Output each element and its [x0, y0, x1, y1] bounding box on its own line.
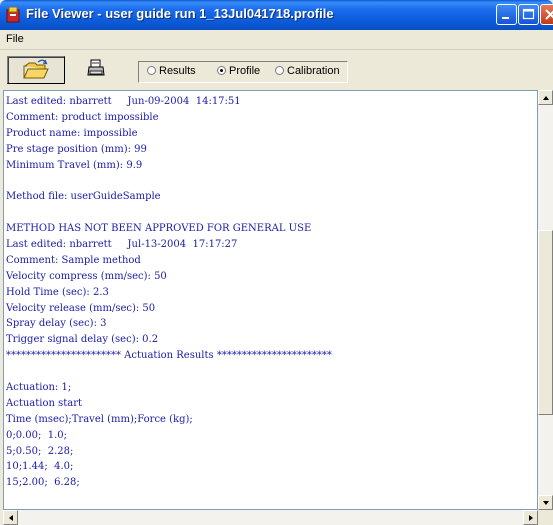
scroll-down-button[interactable] [538, 495, 553, 510]
scroll-up-button[interactable] [538, 90, 553, 105]
scroll-right-button[interactable] [523, 510, 538, 525]
text-line: Pre stage position (mm): 99 [6, 143, 147, 155]
menu-file[interactable]: File [6, 33, 24, 45]
window-title: File Viewer - user guide run 1_13Jul0417… [26, 6, 334, 21]
toolbar: Results Profile Calibration [0, 50, 553, 90]
scroll-left-button[interactable] [3, 510, 18, 525]
text-line: METHOD HAS NOT BEEN APPROVED FOR GENERAL… [6, 223, 312, 235]
text-line: Product name: impossible [6, 127, 138, 139]
text-line: *********************** Actuation Result… [6, 350, 332, 362]
text-line: 15;2.00; 6.28; [6, 477, 80, 489]
text-line: Spray delay (sec): 3 [6, 318, 107, 330]
text-line: Last edited: nbarrett Jun-09-2004 14:17:… [6, 96, 241, 107]
text-line: Comment: product impossible [6, 111, 159, 123]
maximize-icon [522, 8, 535, 20]
vertical-scroll-thumb[interactable] [538, 230, 553, 415]
text-line: Hold Time (sec): 2.3 [6, 286, 109, 298]
radio-results-label: Results [159, 65, 196, 77]
app-icon [6, 7, 20, 23]
printer-icon [87, 59, 105, 76]
profile-text-lines: Last edited: nbarrett Jun-09-2004 14:17:… [6, 94, 332, 491]
text-line: Comment: Sample method [6, 254, 141, 266]
arrow-up-icon [543, 96, 549, 100]
close-button[interactable] [540, 4, 553, 25]
arrow-right-icon [529, 515, 533, 521]
open-file-button[interactable] [7, 56, 65, 84]
scrollbar-corner [538, 510, 553, 525]
text-line: 10;1.44; 4.0; [6, 461, 74, 473]
radio-profile-dot[interactable] [217, 66, 226, 75]
menu-bar: File [0, 30, 553, 50]
print-button[interactable] [76, 56, 116, 84]
arrow-left-icon [9, 515, 13, 521]
text-line [6, 364, 332, 380]
arrow-down-icon [543, 501, 549, 505]
radio-profile-label: Profile [229, 65, 261, 77]
horizontal-scrollbar[interactable] [3, 510, 538, 525]
vertical-scrollbar[interactable] [538, 90, 553, 510]
text-line [6, 205, 332, 221]
minimize-button[interactable] [496, 4, 517, 25]
text-line: Method file: userGuideSample [6, 191, 161, 203]
text-line: Trigger signal delay (sec): 0.2 [6, 334, 159, 346]
open-folder-icon [23, 59, 49, 79]
radio-calibration-dot[interactable] [275, 66, 284, 75]
radio-profile[interactable]: Profile [217, 65, 260, 77]
text-line [6, 173, 332, 189]
text-line: Time (msec);Travel (mm);Force (kg); [6, 413, 193, 425]
view-mode-radio-group: Results Profile Calibration [138, 61, 348, 83]
text-line: 5;0.50; 2.28; [6, 445, 74, 457]
text-line: 0;0.00; 1.0; [6, 429, 67, 441]
text-line: Velocity compress (mm/sec): 50 [6, 270, 167, 282]
text-line: Last edited: nbarrett Jul-13-2004 17:17:… [6, 239, 238, 251]
title-bar[interactable]: File Viewer - user guide run 1_13Jul0417… [0, 0, 553, 30]
radio-results[interactable]: Results [147, 65, 196, 77]
close-icon [545, 9, 553, 20]
text-line: Minimum Travel (mm): 9.9 [6, 159, 143, 171]
text-line: Actuation: 1; [6, 382, 72, 394]
radio-results-dot[interactable] [147, 66, 156, 75]
text-line: Velocity release (mm/sec): 50 [6, 302, 156, 314]
text-line: Actuation start [6, 397, 83, 409]
radio-calibration-label: Calibration [287, 65, 340, 77]
maximize-button[interactable] [518, 4, 539, 25]
radio-calibration[interactable]: Calibration [275, 65, 340, 77]
profile-text-view[interactable]: Last edited: nbarrett Jun-09-2004 14:17:… [3, 90, 538, 510]
minimize-icon [502, 17, 509, 19]
